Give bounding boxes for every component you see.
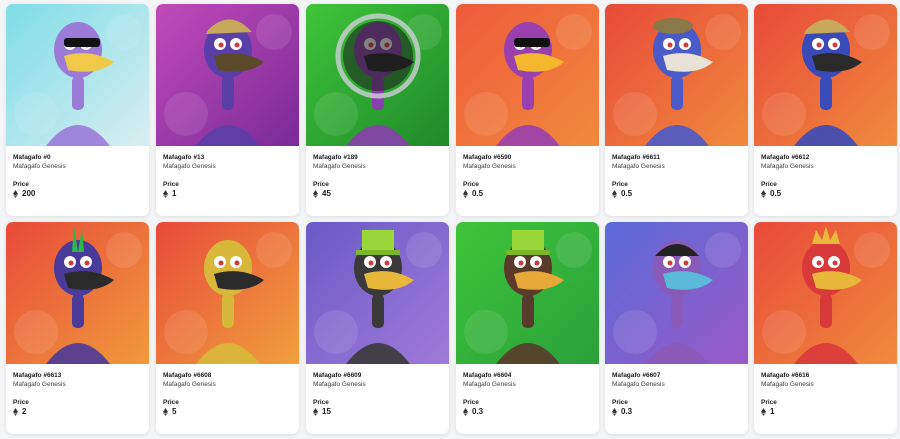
ethereum-icon [612,190,617,198]
price-value: 0.5 [770,189,782,198]
nft-card[interactable]: Mafagafo #6612 Mafagafo Genesis Price 0.… [754,4,897,216]
price-row: 0.5 [612,189,741,199]
nft-name: Mafagafo #6613 [13,372,62,379]
price-value: 45 [322,189,331,198]
ethereum-icon [163,190,168,198]
nft-name: Mafagafo #6612 [761,154,810,161]
collection-name: Mafagafo Genesis [463,381,516,388]
price-value: 0.5 [472,189,484,198]
ethereum-icon [313,408,318,416]
collection-name: Mafagafo Genesis [13,163,66,170]
price-row: 1 [761,407,890,417]
price-value: 1 [770,407,775,416]
price-value: 200 [22,189,36,198]
ethereum-icon [163,408,168,416]
ethereum-icon [612,408,617,416]
nft-image[interactable] [605,4,748,146]
price-value: 5 [172,407,177,416]
price-row: 0.3 [612,407,741,417]
collection-name: Mafagafo Genesis [313,381,366,388]
price-label: Price [612,399,628,406]
nft-name: Mafagafo #6611 [612,154,661,161]
nft-card[interactable]: Mafagafo #6604 Mafagafo Genesis Price 0.… [456,222,599,434]
nft-image[interactable] [456,222,599,364]
ethereum-icon [761,408,766,416]
price-value: 15 [322,407,331,416]
price-label: Price [163,399,179,406]
price-row: 0.3 [463,407,592,417]
price-label: Price [761,181,777,188]
price-label: Price [463,399,479,406]
nft-name: Mafagafo #6609 [313,372,362,379]
collection-name: Mafagafo Genesis [313,163,366,170]
nft-card[interactable]: Mafagafo #6590 Mafagafo Genesis Price 0.… [456,4,599,216]
ethereum-icon [463,190,468,198]
nft-card[interactable]: Mafagafo #189 Mafagafo Genesis Price 45 [306,4,449,216]
collection-name: Mafagafo Genesis [761,163,814,170]
collection-name: Mafagafo Genesis [612,163,665,170]
price-row: 0.5 [463,189,592,199]
ethereum-icon [13,190,18,198]
ethereum-icon [313,190,318,198]
ethereum-icon [761,190,766,198]
nft-card[interactable]: Mafagafo #6613 Mafagafo Genesis Price 2 [6,222,149,434]
price-value: 0.3 [472,407,484,416]
price-value: 0.3 [621,407,633,416]
nft-name: Mafagafo #0 [13,154,51,161]
nft-card[interactable]: Mafagafo #13 Mafagafo Genesis Price 1 [156,4,299,216]
nft-card[interactable]: Mafagafo #6607 Mafagafo Genesis Price 0.… [605,222,748,434]
price-value: 0.5 [621,189,633,198]
nft-image[interactable] [156,222,299,364]
price-row: 5 [163,407,292,417]
price-label: Price [313,399,329,406]
price-row: 1 [163,189,292,199]
price-value: 1 [172,189,177,198]
collection-name: Mafagafo Genesis [163,163,216,170]
collection-name: Mafagafo Genesis [163,381,216,388]
price-label: Price [163,181,179,188]
price-row: 200 [13,189,142,199]
nft-name: Mafagafo #6607 [612,372,661,379]
nft-image[interactable] [754,4,897,146]
price-value: 2 [22,407,27,416]
price-row: 0.5 [761,189,890,199]
nft-image[interactable] [306,4,449,146]
collection-name: Mafagafo Genesis [761,381,814,388]
price-label: Price [612,181,628,188]
price-row: 15 [313,407,442,417]
price-row: 45 [313,189,442,199]
collection-name: Mafagafo Genesis [463,163,516,170]
price-label: Price [13,399,29,406]
nft-image[interactable] [605,222,748,364]
collection-name: Mafagafo Genesis [13,381,66,388]
nft-name: Mafagafo #6616 [761,372,810,379]
nft-card[interactable]: Mafagafo #6611 Mafagafo Genesis Price 0.… [605,4,748,216]
nft-name: Mafagafo #6608 [163,372,212,379]
price-label: Price [761,399,777,406]
price-row: 2 [13,407,142,417]
nft-name: Mafagafo #189 [313,154,358,161]
ethereum-icon [463,408,468,416]
price-label: Price [13,181,29,188]
nft-card[interactable]: Mafagafo #6609 Mafagafo Genesis Price 15 [306,222,449,434]
price-label: Price [463,181,479,188]
nft-image[interactable] [156,4,299,146]
nft-name: Mafagafo #6590 [463,154,512,161]
ethereum-icon [13,408,18,416]
nft-image[interactable] [456,4,599,146]
nft-image[interactable] [6,4,149,146]
nft-card[interactable]: Mafagafo #6616 Mafagafo Genesis Price 1 [754,222,897,434]
nft-name: Mafagafo #6604 [463,372,512,379]
nft-name: Mafagafo #13 [163,154,205,161]
nft-image[interactable] [306,222,449,364]
nft-grid: Mafagafo #0 Mafagafo Genesis Price 200 M… [0,0,900,439]
collection-name: Mafagafo Genesis [612,381,665,388]
nft-card[interactable]: Mafagafo #0 Mafagafo Genesis Price 200 [6,4,149,216]
nft-image[interactable] [6,222,149,364]
nft-image[interactable] [754,222,897,364]
nft-card[interactable]: Mafagafo #6608 Mafagafo Genesis Price 5 [156,222,299,434]
price-label: Price [313,181,329,188]
